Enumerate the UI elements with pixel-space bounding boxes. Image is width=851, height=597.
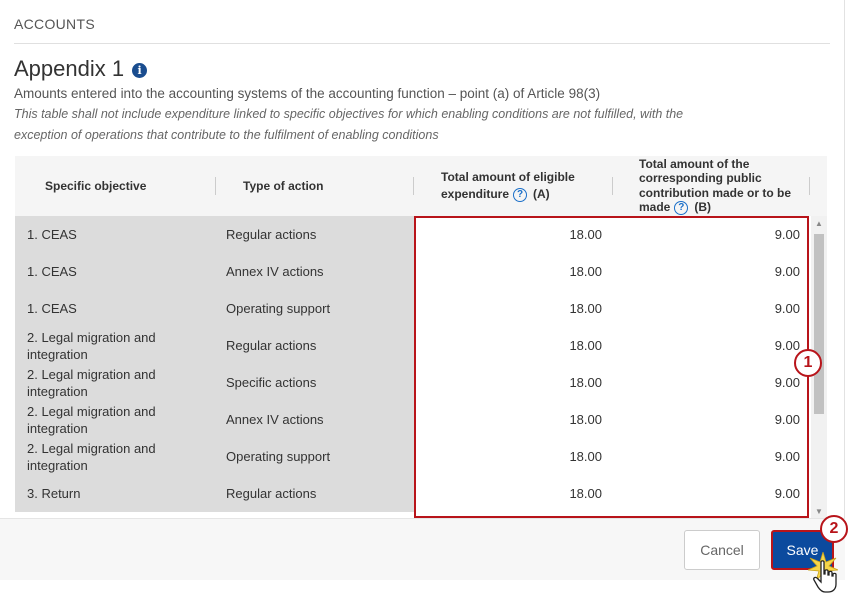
help-icon[interactable]: ? xyxy=(513,187,528,202)
header-separator xyxy=(612,177,613,195)
table-row: 2. Legal migration and integration Regul… xyxy=(15,327,812,364)
header-separator xyxy=(809,177,810,195)
cell-type-of-action: Annex IV actions xyxy=(215,401,414,438)
header-separator xyxy=(413,177,414,195)
header-type-of-action: Type of action xyxy=(243,179,324,193)
cell-type-of-action: Specific actions xyxy=(215,364,414,401)
cell-type-of-action: Regular actions xyxy=(215,475,414,512)
cell-public-contribution-input[interactable]: 9.00 xyxy=(613,401,812,438)
table-row: 2. Legal migration and integration Speci… xyxy=(15,364,812,401)
cell-type-of-action: Regular actions xyxy=(215,216,414,253)
cell-specific-objective: 2. Legal migration and integration xyxy=(15,401,215,438)
cell-type-of-action: Annex IV actions xyxy=(215,253,414,290)
cell-type-of-action: Operating support xyxy=(215,438,414,475)
cell-eligible-expenditure-input[interactable]: 18.00 xyxy=(414,364,613,401)
header-a-suffix: (A) xyxy=(533,187,550,201)
hand-pointer-icon xyxy=(813,560,837,593)
table-row: 1. CEAS Regular actions 18.00 9.00 xyxy=(15,216,812,253)
cell-eligible-expenditure-input[interactable]: 18.00 xyxy=(414,290,613,327)
cancel-button[interactable]: Cancel xyxy=(684,530,760,570)
cell-specific-objective: 3. Return xyxy=(15,475,215,512)
header-eligible-expenditure: Total amount of eligible expenditure? (A) xyxy=(441,156,611,216)
header-specific-objective: Specific objective xyxy=(45,179,147,193)
cell-public-contribution-input[interactable]: 9.00 xyxy=(613,290,812,327)
cell-type-of-action: Operating support xyxy=(215,290,414,327)
cell-public-contribution-input[interactable]: 9.00 xyxy=(613,364,812,401)
scroll-down-arrow-icon[interactable]: ▼ xyxy=(811,504,827,518)
table-row: 2. Legal migration and integration Annex… xyxy=(15,401,812,438)
table-row: 3. Return Regular actions 18.00 9.00 xyxy=(15,475,812,512)
cell-public-contribution-input[interactable]: 9.00 xyxy=(613,475,812,512)
cell-eligible-expenditure-input[interactable]: 18.00 xyxy=(414,327,613,364)
cell-public-contribution-input[interactable]: 9.00 xyxy=(613,253,812,290)
header-a-text: Total amount of eligible expenditure xyxy=(441,170,575,201)
header-separator xyxy=(215,177,216,195)
scroll-thumb[interactable] xyxy=(814,234,824,414)
cell-eligible-expenditure-input[interactable]: 18.00 xyxy=(414,216,613,253)
cell-type-of-action: Regular actions xyxy=(215,327,414,364)
cell-specific-objective: 2. Legal migration and integration xyxy=(15,364,215,401)
table-body: 1. CEAS Regular actions 18.00 9.00 1. CE… xyxy=(15,216,812,518)
cell-eligible-expenditure-input[interactable]: 18.00 xyxy=(414,401,613,438)
cell-specific-objective: 2. Legal migration and integration xyxy=(15,327,215,364)
cell-public-contribution-input[interactable]: 9.00 xyxy=(613,438,812,475)
accounts-dialog: ACCOUNTS Appendix 1 i Amounts entered in… xyxy=(0,0,845,580)
appendix-title: Appendix 1 i xyxy=(14,56,148,82)
section-divider xyxy=(14,43,830,44)
table-row: 1. CEAS Annex IV actions 18.00 9.00 xyxy=(15,253,812,290)
header-public-contribution: Total amount of the corresponding public… xyxy=(639,156,809,216)
cell-specific-objective: 1. CEAS xyxy=(15,253,215,290)
cell-eligible-expenditure-input[interactable]: 18.00 xyxy=(414,438,613,475)
cell-specific-objective: 1. CEAS xyxy=(15,216,215,253)
table-row: 2. Legal migration and integration Opera… xyxy=(15,438,812,475)
callout-badge-2: 2 xyxy=(820,515,848,543)
cell-eligible-expenditure-input[interactable]: 18.00 xyxy=(414,475,613,512)
appendix-title-text: Appendix 1 xyxy=(14,56,125,81)
cell-public-contribution-input[interactable]: 9.00 xyxy=(613,216,812,253)
table-header: Specific objective Type of action Total … xyxy=(15,156,827,216)
help-icon[interactable]: ? xyxy=(674,201,689,216)
appendix-subtitle: Amounts entered into the accounting syst… xyxy=(14,86,601,101)
info-icon[interactable]: i xyxy=(132,63,148,78)
section-title: ACCOUNTS xyxy=(14,16,95,32)
cell-eligible-expenditure-input[interactable]: 18.00 xyxy=(414,253,613,290)
callout-badge-1: 1 xyxy=(794,349,822,377)
table-row: 1. CEAS Operating support 18.00 9.00 xyxy=(15,290,812,327)
header-b-suffix: (B) xyxy=(694,200,712,215)
cell-public-contribution-input[interactable]: 9.00 xyxy=(613,327,812,364)
cell-specific-objective: 1. CEAS xyxy=(15,290,215,327)
appendix-note: This table shall not include expenditure… xyxy=(14,107,684,142)
accounts-table: Specific objective Type of action Total … xyxy=(15,156,827,518)
scroll-up-arrow-icon[interactable]: ▲ xyxy=(811,216,827,230)
header-b-text: Total amount of the corresponding public… xyxy=(639,156,791,215)
cell-specific-objective: 2. Legal migration and integration xyxy=(15,438,215,475)
